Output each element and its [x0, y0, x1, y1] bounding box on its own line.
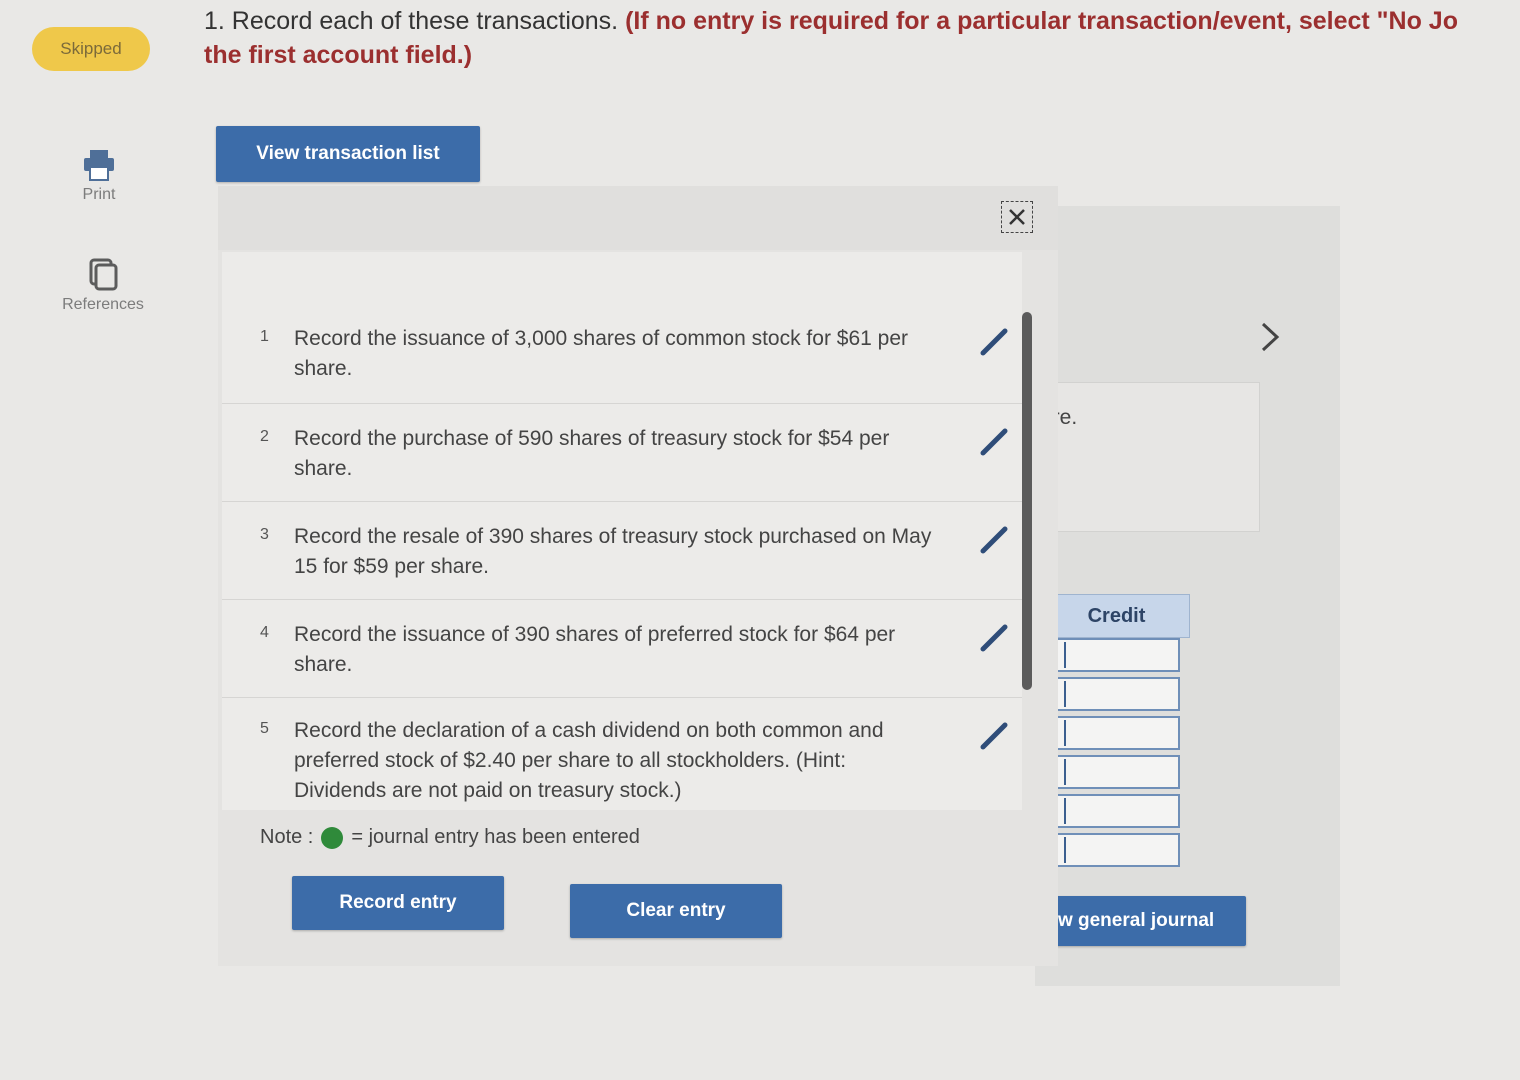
next-arrow-icon[interactable]: [1258, 320, 1282, 359]
transaction-text: Record the declaration of a cash dividen…: [294, 719, 884, 802]
note-text: = journal entry has been entered: [351, 826, 640, 848]
transaction-text: Record the issuance of 390 shares of pre…: [294, 623, 896, 676]
view-transaction-list-button[interactable]: View transaction list: [216, 126, 480, 182]
list-item[interactable]: 1 Record the issuance of 3,000 shares of…: [222, 252, 1022, 404]
printer-icon: [44, 148, 154, 182]
transaction-text: Record the issuance of 3,000 shares of c…: [294, 327, 908, 380]
legend-note: Note : = journal entry has been entered: [260, 826, 640, 849]
edit-icon[interactable]: [978, 622, 1010, 659]
transaction-text: Record the resale of 390 shares of treas…: [294, 525, 932, 578]
references-label: References: [62, 296, 144, 313]
list-item[interactable]: 4 Record the issuance of 390 shares of p…: [222, 600, 1022, 698]
popup-header: [218, 186, 1058, 250]
list-scrollbar[interactable]: [1022, 312, 1032, 690]
transaction-number: 4: [260, 624, 269, 641]
edit-icon[interactable]: [978, 326, 1010, 363]
entered-status-dot-icon: [321, 826, 344, 849]
edit-icon[interactable]: [978, 720, 1010, 757]
edit-icon[interactable]: [978, 524, 1010, 561]
list-item[interactable]: 2 Record the purchase of 590 shares of t…: [222, 404, 1022, 502]
credit-input[interactable]: [1040, 716, 1180, 750]
credit-column-header: Credit: [1043, 594, 1190, 638]
transaction-list: 1 Record the issuance of 3,000 shares of…: [222, 252, 1022, 810]
clear-entry-button[interactable]: Clear entry: [570, 884, 782, 938]
transaction-number: 2: [260, 428, 269, 445]
print-button[interactable]: Print: [44, 148, 154, 204]
close-icon[interactable]: [1001, 201, 1033, 233]
question-prompt: 1. Record each of these transactions. (I…: [204, 4, 1520, 72]
question-text: 1. Record each of these transactions.: [204, 7, 619, 35]
record-entry-button[interactable]: Record entry: [292, 876, 504, 930]
note-prefix: Note :: [260, 826, 314, 848]
transaction-number: 5: [260, 720, 269, 737]
transaction-number: 1: [260, 328, 269, 345]
credit-input[interactable]: [1040, 833, 1180, 867]
status-badge: Skipped: [32, 27, 150, 71]
transaction-number: 3: [260, 526, 269, 543]
credit-input[interactable]: [1040, 755, 1180, 789]
print-label: Print: [82, 186, 116, 203]
question-instruction-continued: the first account field.): [204, 41, 473, 69]
credit-input[interactable]: [1040, 794, 1180, 828]
transaction-description-box: [1048, 382, 1260, 532]
question-instruction: (If no entry is required for a particula…: [625, 7, 1458, 35]
references-button[interactable]: References: [48, 256, 158, 314]
credit-input[interactable]: [1040, 638, 1180, 672]
transaction-text: Record the purchase of 590 shares of tre…: [294, 427, 890, 480]
references-icon: [48, 256, 158, 292]
edit-icon[interactable]: [978, 426, 1010, 463]
list-item[interactable]: 3 Record the resale of 390 shares of tre…: [222, 502, 1022, 600]
list-item[interactable]: 5 Record the declaration of a cash divid…: [222, 698, 1022, 810]
credit-input[interactable]: [1040, 677, 1180, 711]
